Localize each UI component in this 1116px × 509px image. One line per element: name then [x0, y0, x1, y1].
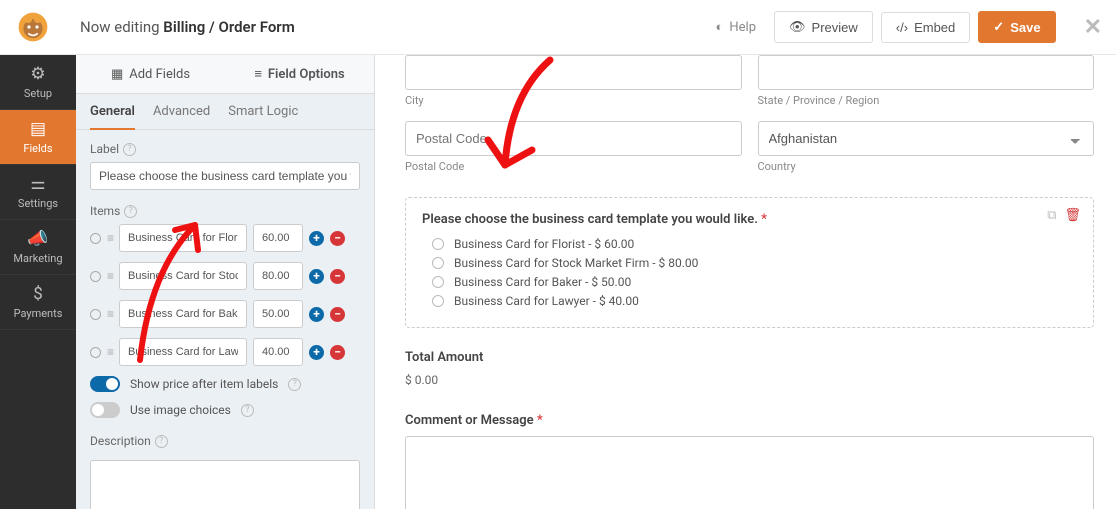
- choice-option[interactable]: Business Card for Baker - $ 50.00: [432, 275, 1077, 289]
- help-icon[interactable]: ?: [123, 143, 136, 156]
- fields-sidebar: ▦Add Fields ≡Field Options General Advan…: [76, 55, 375, 509]
- editing-label: Now editing Billing / Order Form: [80, 18, 295, 36]
- radio-icon: [432, 257, 444, 269]
- remove-item-button[interactable]: −: [330, 231, 345, 246]
- subtab-advanced[interactable]: Advanced: [153, 104, 210, 129]
- total-value: $ 0.00: [405, 373, 1094, 387]
- app-logo: [14, 8, 52, 46]
- help-icon[interactable]: ?: [288, 378, 301, 391]
- tab-field-options[interactable]: ≡Field Options: [225, 55, 374, 93]
- country-label: Country: [758, 160, 1095, 173]
- help-icon[interactable]: ?: [241, 404, 254, 417]
- show-price-label: Show price after item labels: [130, 377, 278, 391]
- nav-payments[interactable]: $Payments: [0, 275, 76, 330]
- remove-item-button[interactable]: −: [330, 345, 345, 360]
- add-item-button[interactable]: +: [309, 231, 324, 246]
- postal-label: Postal Code: [405, 160, 742, 173]
- help-icon[interactable]: ?: [155, 435, 168, 448]
- description-caption: Description?: [90, 434, 360, 448]
- megaphone-icon: 📣: [27, 229, 48, 249]
- preview-button[interactable]: 👁 Preview: [774, 11, 873, 43]
- duplicate-icon[interactable]: ⧉: [1047, 208, 1056, 223]
- description-textarea[interactable]: [90, 460, 360, 509]
- grid-icon: ▦: [111, 67, 123, 82]
- choice-option[interactable]: Business Card for Lawyer - $ 40.00: [432, 294, 1077, 308]
- choice-option[interactable]: Business Card for Stock Market Firm - $ …: [432, 256, 1077, 270]
- close-icon[interactable]: ✕: [1084, 15, 1102, 40]
- subtab-smart-logic[interactable]: Smart Logic: [228, 104, 298, 129]
- top-bar: Now editing Billing / Order Form ◐ Help …: [0, 0, 1116, 55]
- label-caption: Label?: [90, 142, 360, 156]
- comment-label: Comment or Message *: [405, 413, 1094, 428]
- options-icon: ≡: [254, 66, 262, 82]
- radio-icon: [432, 295, 444, 307]
- default-radio[interactable]: [90, 347, 101, 358]
- tab-add-fields[interactable]: ▦Add Fields: [76, 55, 225, 93]
- field-question: Please choose the business card template…: [422, 212, 1077, 227]
- code-icon: ‹/›: [896, 20, 908, 35]
- item-price-input[interactable]: [253, 338, 303, 366]
- state-label: State / Province / Region: [758, 94, 1095, 107]
- drag-handle-icon[interactable]: ≡: [107, 307, 113, 321]
- help-icon[interactable]: ?: [124, 205, 137, 218]
- city-label: City: [405, 94, 742, 107]
- item-row: ≡ +−: [90, 300, 360, 328]
- add-item-button[interactable]: +: [309, 269, 324, 284]
- add-item-button[interactable]: +: [309, 345, 324, 360]
- item-row: ≡ +−: [90, 338, 360, 366]
- eye-icon: 👁: [789, 19, 806, 35]
- help-link[interactable]: ◐ Help: [716, 19, 757, 35]
- city-input[interactable]: [405, 55, 742, 90]
- country-select[interactable]: Afghanistan: [758, 121, 1095, 156]
- default-radio[interactable]: [90, 309, 101, 320]
- check-icon: ✓: [993, 19, 1004, 35]
- items-caption: Items?: [90, 204, 360, 218]
- postal-input[interactable]: [405, 121, 742, 156]
- item-price-input[interactable]: [253, 224, 303, 252]
- radio-icon: [432, 238, 444, 250]
- add-item-button[interactable]: +: [309, 307, 324, 322]
- default-radio[interactable]: [90, 233, 101, 244]
- dollar-icon: $: [33, 284, 43, 304]
- sliders-icon: ⚌: [30, 174, 45, 194]
- item-row: ≡ +−: [90, 224, 360, 252]
- drag-handle-icon[interactable]: ≡: [107, 269, 113, 283]
- left-nav: ⚙Setup ▤Fields ⚌Settings 📣Marketing $Pay…: [0, 55, 76, 509]
- nav-fields[interactable]: ▤Fields: [0, 110, 76, 165]
- embed-button[interactable]: ‹/› Embed: [881, 12, 970, 43]
- item-name-input[interactable]: [119, 300, 247, 328]
- item-name-input[interactable]: [119, 262, 247, 290]
- label-input[interactable]: [90, 162, 360, 190]
- nav-setup[interactable]: ⚙Setup: [0, 55, 76, 110]
- fields-icon: ▤: [30, 119, 46, 139]
- drag-handle-icon[interactable]: ≡: [107, 231, 113, 245]
- item-price-input[interactable]: [253, 300, 303, 328]
- comment-textarea[interactable]: [405, 436, 1094, 509]
- item-price-input[interactable]: [253, 262, 303, 290]
- item-name-input[interactable]: [119, 224, 247, 252]
- form-preview: City State / Province / Region Postal Co…: [375, 55, 1116, 509]
- item-row: ≡ +−: [90, 262, 360, 290]
- remove-item-button[interactable]: −: [330, 307, 345, 322]
- toggle-show-price[interactable]: [90, 376, 120, 392]
- default-radio[interactable]: [90, 271, 101, 282]
- item-name-input[interactable]: [119, 338, 247, 366]
- nav-marketing[interactable]: 📣Marketing: [0, 220, 76, 275]
- subtab-general[interactable]: General: [90, 104, 135, 130]
- selected-field[interactable]: ⧉ 🗑 Please choose the business card temp…: [405, 197, 1094, 328]
- toggle-image-choices[interactable]: [90, 402, 120, 418]
- remove-item-button[interactable]: −: [330, 269, 345, 284]
- help-icon: ◐: [716, 19, 724, 35]
- nav-settings[interactable]: ⚌Settings: [0, 165, 76, 220]
- choice-option[interactable]: Business Card for Florist - $ 60.00: [432, 237, 1077, 251]
- drag-handle-icon[interactable]: ≡: [107, 345, 113, 359]
- state-input[interactable]: [758, 55, 1095, 90]
- radio-icon: [432, 276, 444, 288]
- image-choices-label: Use image choices: [130, 403, 231, 417]
- delete-icon[interactable]: 🗑: [1064, 208, 1081, 223]
- save-button[interactable]: ✓ Save: [978, 11, 1055, 43]
- gear-icon: ⚙: [30, 64, 45, 84]
- total-label: Total Amount: [405, 350, 1094, 365]
